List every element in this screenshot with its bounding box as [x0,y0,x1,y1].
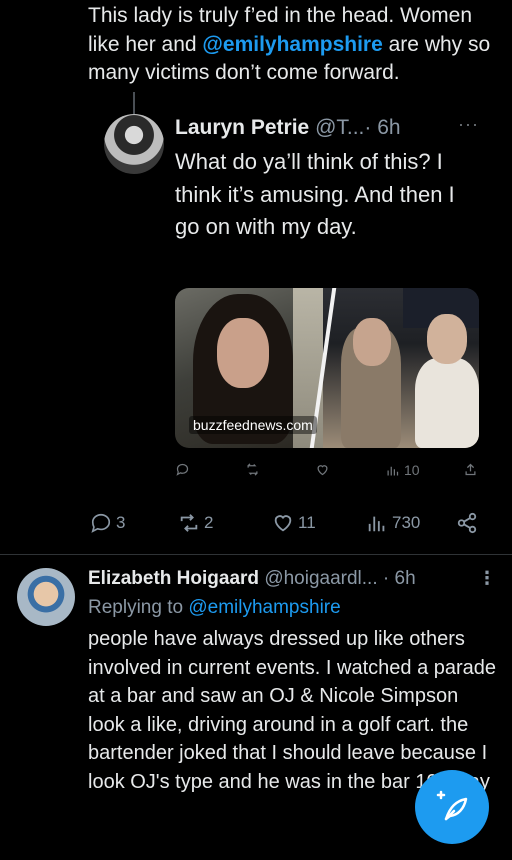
quoted-media[interactable]: buzzfeednews.com [175,288,479,448]
repost-count: 2 [204,513,214,532]
media-watermark: buzzfeednews.com [189,416,317,434]
thread-line [133,92,135,114]
reply-handle[interactable]: @hoigaardl... [264,568,377,589]
media-person-1-head [353,318,391,366]
repost-icon [180,514,198,532]
more-options-icon[interactable]: ⋮ [478,568,496,589]
quoted-like-button[interactable] [315,462,330,477]
reply-text: people have always dressed up like other… [88,628,497,793]
mention-link[interactable]: @emilyhampshire [202,33,382,56]
like-button[interactable]: 11 [272,512,316,534]
quoted-text: What do ya’ll think of this? I think it’… [175,149,455,239]
replying-mention[interactable]: @emilyhampshire [188,597,340,618]
quoted-reply-button[interactable] [175,462,190,477]
views-count: 730 [392,513,421,532]
reply-time: · 6h [382,568,416,589]
replying-to: Replying to @emilyhampshire [88,595,341,621]
like-icon [274,515,292,532]
views-icon [368,516,385,532]
like-icon [317,465,328,476]
media-person-2 [415,358,479,448]
reply-icon [176,463,189,476]
compose-icon [436,790,468,821]
quoted-more-icon[interactable]: ··· [458,114,479,135]
tweet-text: This lady is truly f’ed in the head. Wom… [88,2,498,88]
media-face [217,318,269,388]
repost-icon [247,463,258,476]
media-image-right [323,288,479,448]
views-icon [387,466,399,475]
quoted-header: Lauryn Petrie @T...· 6h [175,114,401,142]
quoted-repost-button[interactable] [245,462,260,477]
replying-prefix: Replying to [88,597,189,618]
share-icon [465,463,476,476]
quoted-views-button[interactable]: 10 [385,462,420,478]
reply-name[interactable]: Elizabeth Hoigaard [88,568,259,589]
media-person-2-head [427,314,467,364]
reply-button[interactable]: 3 [90,512,125,534]
reply-count: 3 [116,513,126,532]
tweet-actions: 3 2 11 730 [88,512,488,540]
reply-icon [91,513,111,533]
compose-button[interactable] [415,770,489,844]
share-button[interactable] [456,512,478,534]
quoted-avatar[interactable] [104,114,164,174]
reply-header: Elizabeth Hoigaard @hoigaardl... · 6h [88,566,416,592]
quoted-views-count: 10 [404,462,420,478]
divider [0,554,512,555]
reply-avatar[interactable] [17,568,75,626]
quoted-time: · 6h [364,116,401,139]
quoted-actions: 10 [175,462,485,486]
views-button[interactable]: 730 [366,512,420,534]
like-count: 11 [298,513,316,532]
quoted-handle[interactable]: @T... [315,116,364,139]
quoted-share-button[interactable] [463,462,478,477]
share-icon [457,512,477,534]
repost-button[interactable]: 2 [178,512,213,534]
quoted-name[interactable]: Lauryn Petrie [175,116,309,139]
